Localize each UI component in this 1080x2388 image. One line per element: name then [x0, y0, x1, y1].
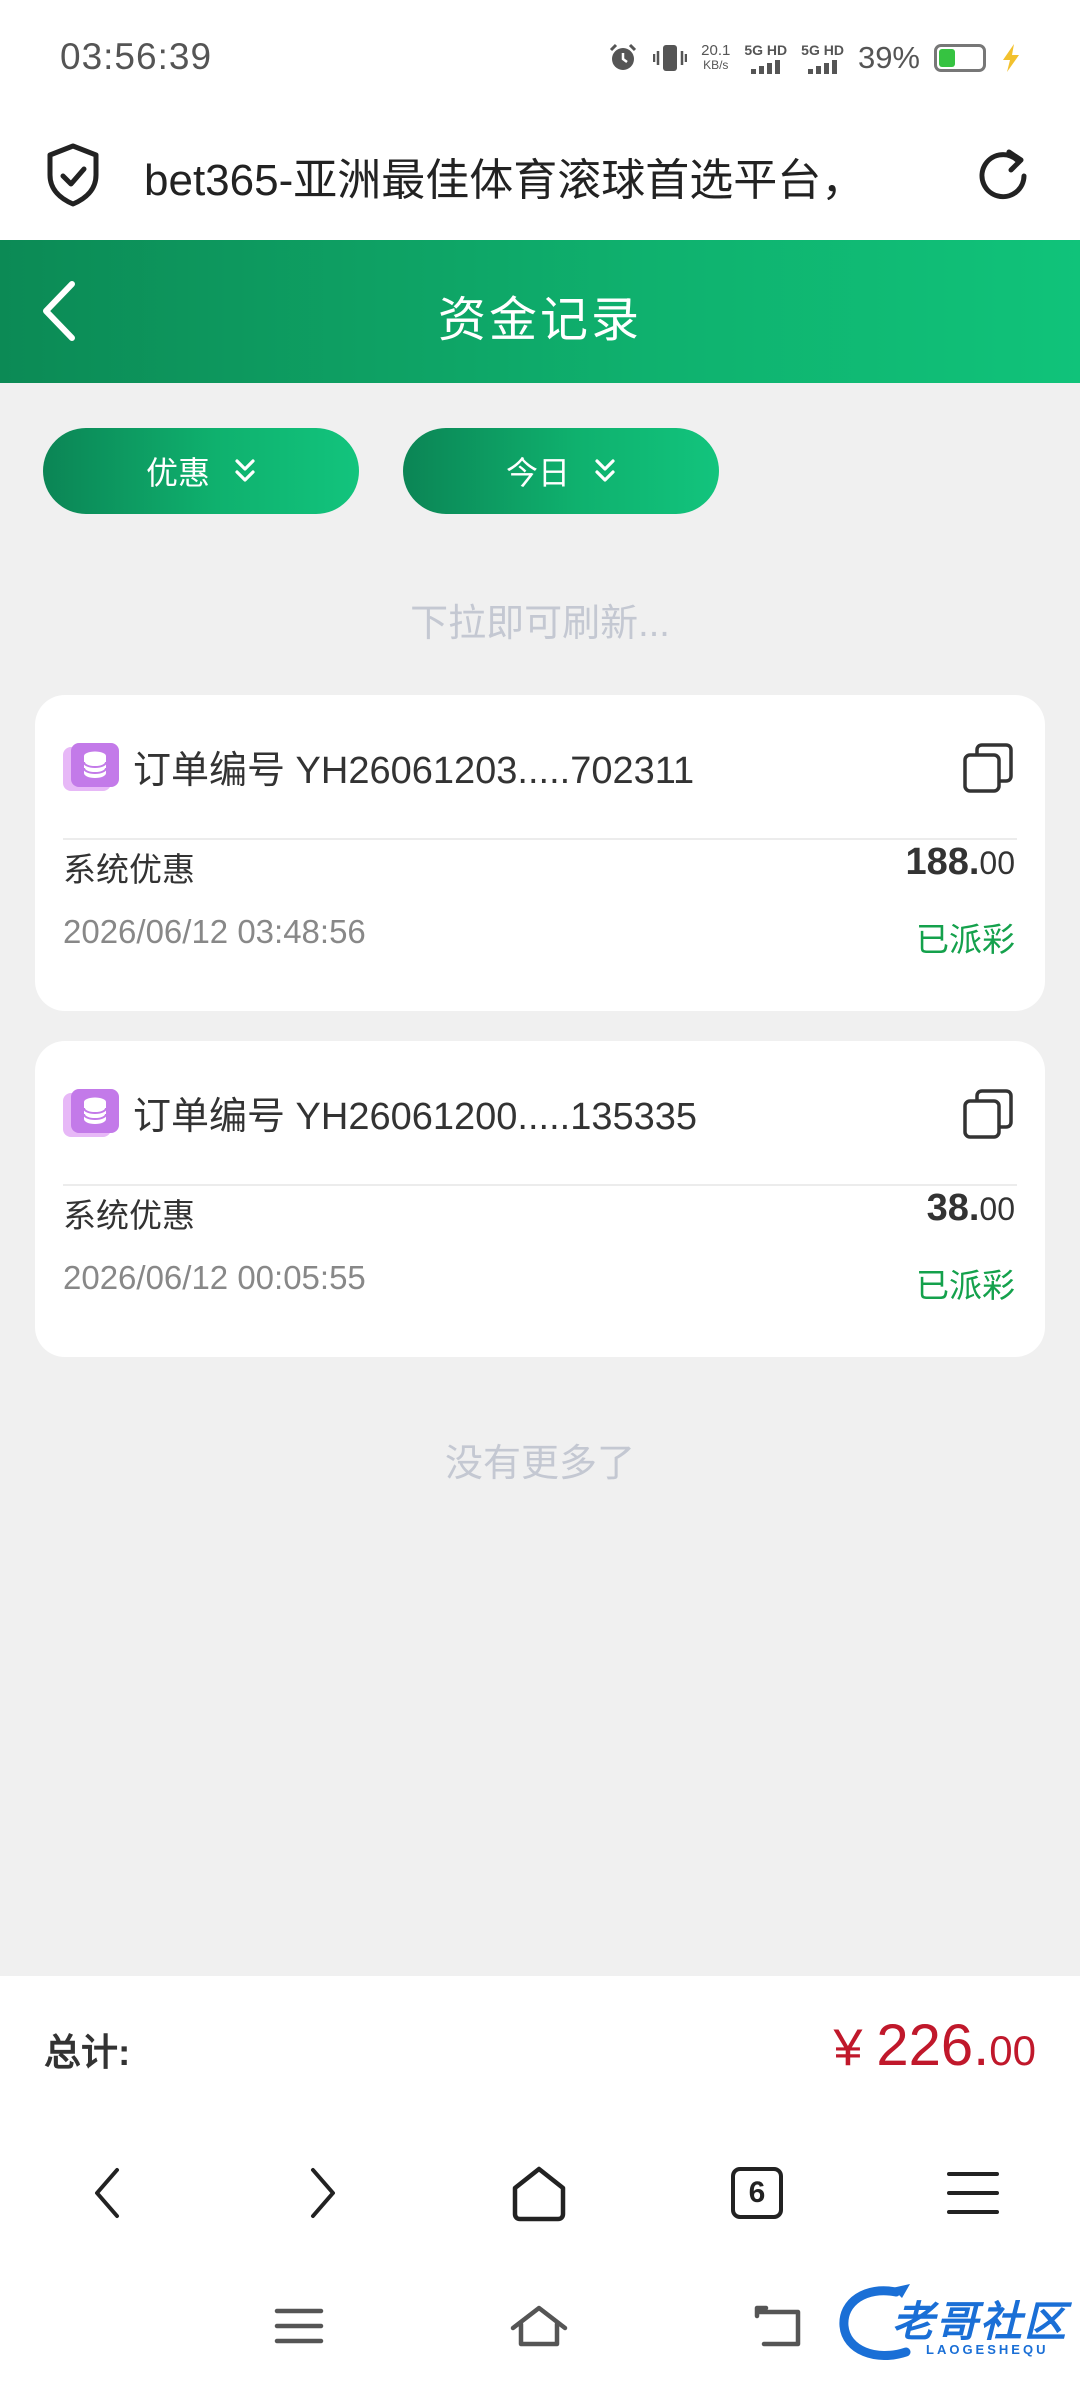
amount-integer: 188. [905, 841, 980, 883]
total-label: 总计: [44, 2032, 131, 2073]
browser-address-bar: bet365-亚洲最佳体育滚球首选平台， [0, 118, 1080, 240]
vibrate-icon [653, 45, 688, 71]
coin-stack-icon [63, 743, 119, 791]
copy-icon[interactable] [961, 741, 1015, 795]
system-home-button[interactable] [504, 2296, 574, 2356]
amount-decimal: 00 [979, 1191, 1015, 1227]
net-speed-value: 20.1 [701, 42, 731, 59]
sim1-signal: 5G HD [744, 42, 787, 74]
record-type: 系统优惠 [63, 1197, 195, 1234]
net-speed-unit: KB/s [703, 58, 729, 72]
sim1-label: 5G HD [744, 42, 788, 58]
chevron-left-icon [95, 2168, 119, 2218]
record-type: 系统优惠 [63, 851, 195, 888]
filter-type-label: 优惠 [145, 455, 210, 491]
browser-back-button[interactable] [72, 2158, 142, 2228]
sim2-signal: 5G HD [801, 42, 844, 74]
home-icon [512, 2166, 566, 2222]
record-amount: 188.00 [905, 841, 1015, 884]
card-divider [63, 838, 1017, 840]
record-amount: 38.00 [927, 1187, 1015, 1230]
sim2-label: 5G HD [801, 42, 844, 58]
record-datetime: 2026/06/12 00:05:55 [63, 1259, 366, 1296]
tabs-icon: 6 [731, 2167, 783, 2219]
browser-home-button[interactable] [504, 2158, 574, 2228]
chevron-right-icon [311, 2168, 335, 2218]
net-speed: 20.1 KB/s [701, 43, 730, 73]
shield-check-icon[interactable] [42, 138, 104, 212]
browser-forward-button[interactable] [288, 2158, 358, 2228]
filter-type-dropdown[interactable]: 优惠 [43, 428, 359, 514]
browser-toolbar: 6 [0, 2116, 1080, 2266]
copy-icon[interactable] [961, 1087, 1015, 1141]
status-icons: 20.1 KB/s 5G HD 5G HD 39% [607, 38, 1022, 78]
system-recents-button[interactable] [264, 2296, 334, 2356]
signal-bars-icon [808, 60, 838, 74]
watermark-text: 老哥社区 [892, 2298, 1069, 2345]
menu-icon [947, 2172, 999, 2214]
header-title: 资金记录 [437, 294, 642, 347]
no-more-text: 没有更多了 [444, 1443, 635, 1485]
home-outline-icon [510, 2305, 568, 2347]
record-datetime: 2026/06/12 03:48:56 [63, 913, 366, 950]
tab-count: 6 [748, 2176, 766, 2209]
page-title[interactable]: bet365-亚洲最佳体育滚球首选平台， [144, 144, 934, 208]
coin-stack-icon [63, 1089, 119, 1137]
filter-date-label: 今日 [505, 455, 570, 491]
recents-menu-icon [274, 2308, 324, 2344]
battery-percent: 39% [857, 40, 920, 75]
double-chevron-down-icon [235, 459, 255, 482]
currency-symbol: ¥ [833, 2019, 863, 2077]
watermark-subtext: LAOGESHEQU [926, 2342, 1049, 2357]
record-card[interactable]: 订单编号 YH26061203.....702311 系统优惠 188.00 2… [35, 695, 1045, 1011]
record-card[interactable]: 订单编号 YH26061200.....135335 系统优惠 38.00 20… [35, 1041, 1045, 1357]
watermark-logo: 老哥社区 LAOGESHEQU [836, 2280, 1072, 2370]
double-chevron-down-icon [595, 459, 615, 482]
reload-icon[interactable] [972, 138, 1038, 212]
record-status: 已派彩 [916, 921, 1015, 958]
browser-menu-button[interactable] [938, 2158, 1008, 2228]
order-number: 订单编号 YH26061200.....135335 [133, 1096, 698, 1138]
amount-integer: 38. [926, 1187, 980, 1229]
charging-bolt-icon [1003, 44, 1019, 72]
total-bar: 总计: ¥226.00 [0, 1976, 1080, 2116]
return-icon [754, 2305, 801, 2347]
browser-tabs-button[interactable]: 6 [722, 2158, 792, 2228]
total-amount: ¥226.00 [833, 2012, 1036, 2079]
system-navigation-bar: 老哥社区 LAOGESHEQU [0, 2266, 1080, 2388]
total-decimal: 00 [989, 2027, 1036, 2074]
page-header: 资金记录 [0, 240, 1080, 383]
status-bar: 03:56:39 20.1 KB/s 5G HD 5G HD 39% [0, 0, 1080, 118]
pull-refresh-hint: 下拉即可刷新... [410, 603, 670, 645]
total-integer: 226. [876, 2013, 990, 2078]
record-status: 已派彩 [916, 1267, 1015, 1304]
card-divider [63, 1184, 1017, 1186]
system-back-button[interactable] [744, 2296, 814, 2356]
status-time: 03:56:39 [60, 36, 213, 77]
amount-decimal: 00 [979, 845, 1015, 881]
alarm-icon [610, 43, 637, 70]
order-number: 订单编号 YH26061203.....702311 [133, 750, 695, 792]
battery-icon [934, 44, 986, 72]
signal-bars-icon [751, 60, 781, 74]
filter-date-dropdown[interactable]: 今日 [403, 428, 719, 514]
